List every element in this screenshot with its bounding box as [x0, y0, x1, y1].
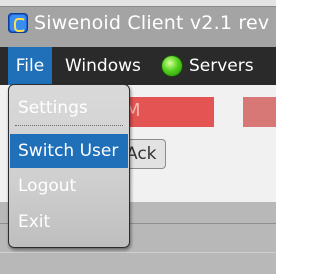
- app-icon: [8, 13, 28, 33]
- menu-windows[interactable]: Windows: [65, 47, 141, 85]
- window-title: Siwenoid Client v2.1 rev 26021: [34, 12, 276, 34]
- server-status-icon[interactable]: [162, 56, 182, 76]
- file-menu-dropdown: Settings Switch User Logout Exit: [8, 84, 130, 248]
- title-bar: Siwenoid Client v2.1 rev 26021: [0, 0, 276, 47]
- alarm-banner-secondary: [243, 97, 276, 127]
- menu-bar: File Windows Servers: [0, 47, 276, 85]
- menu-file[interactable]: File: [8, 47, 52, 85]
- divider: [0, 252, 276, 253]
- menu-item-switch-user[interactable]: Switch User: [10, 134, 128, 168]
- acknowledge-button-label: Ack: [126, 144, 157, 164]
- menu-servers[interactable]: Servers: [189, 47, 254, 85]
- menu-item-logout[interactable]: Logout: [10, 169, 128, 203]
- title-bar-top-edge: [0, 0, 276, 7]
- menu-item-settings[interactable]: Settings: [10, 91, 128, 125]
- menu-item-exit[interactable]: Exit: [10, 205, 128, 239]
- app-window: Siwenoid Client v2.1 rev 26021 File Wind…: [0, 0, 276, 274]
- menu-separator: [15, 125, 123, 126]
- alarm-banner: M: [118, 97, 214, 127]
